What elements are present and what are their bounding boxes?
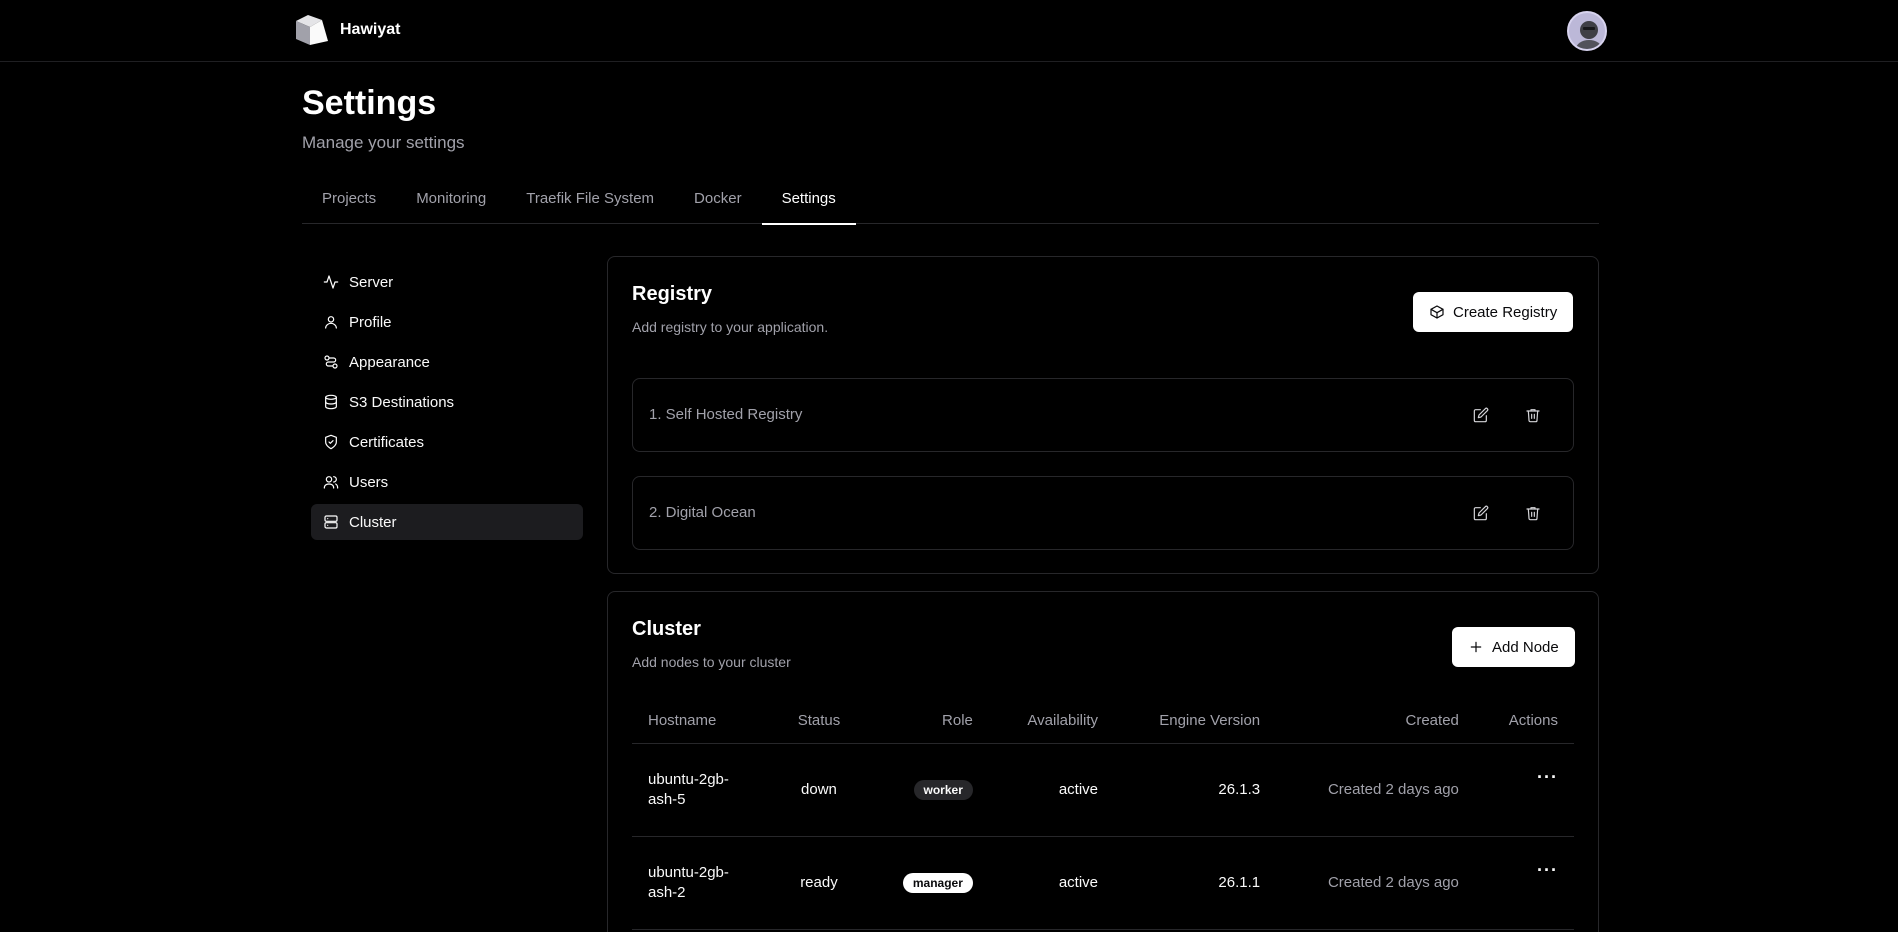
shield-check-icon [325,434,337,450]
brand-name: Hawiyat [340,21,401,38]
plus-icon [1470,641,1482,653]
registry-card: Registry Add registry to your applicatio… [607,256,1599,574]
sidebar-item-label: Cluster [349,513,397,531]
top-navbar: Hawiyat [0,0,1898,62]
tab-traefik-file-system[interactable]: Traefik File System [506,180,674,224]
page-subtitle: Manage your settings [302,133,465,152]
cluster-card: Cluster Add nodes to your cluster Add No… [607,591,1599,932]
node-created: Created 2 days ago [1276,743,1475,837]
page-title: Settings [302,84,437,122]
sidebar-item-label: Server [349,273,394,291]
avatar[interactable] [1567,11,1607,51]
registry-description: Add registry to your application. [632,319,829,335]
tab-bar: Projects Monitoring Traefik File System … [302,180,1599,225]
column-header-created[interactable]: Created [1276,699,1475,744]
sidebar-item-cluster[interactable]: Cluster [311,504,583,540]
table-row: ubuntu-2gb-ash-2 ready manager active 26… [632,836,1574,930]
sidebar-item-server[interactable]: Server [311,264,583,300]
nodes-table: Hostname Status Role Availability Engine… [632,699,1574,930]
registry-item: 1. Self Hosted Registry [632,378,1574,452]
trash-icon[interactable] [1522,502,1544,524]
trash-icon[interactable] [1522,404,1544,426]
package-icon [1430,305,1444,319]
sidebar-item-certificates[interactable]: Certificates [311,424,583,460]
users-icon [323,476,339,489]
column-header-actions: Actions [1474,699,1574,744]
node-hostname: ubuntu-2gb-ash-5 [648,770,729,808]
sidebar-item-users[interactable]: Users [311,464,583,500]
sidebar-item-label: Profile [349,313,392,331]
activity-icon [323,275,339,289]
registry-item-label: 2. Digital Ocean [649,504,756,521]
sidebar-item-label: Certificates [349,433,425,451]
user-icon [325,316,337,329]
palette-icon [324,355,338,369]
column-header-role[interactable]: Role [864,699,989,744]
column-header-hostname[interactable]: Hostname [632,699,774,744]
node-status: ready [773,836,865,930]
edit-icon[interactable] [1470,404,1492,426]
tab-monitoring[interactable]: Monitoring [396,180,506,224]
node-hostname: ubuntu-2gb-ash-2 [648,863,729,901]
tab-projects[interactable]: Projects [302,180,396,224]
node-created: Created 2 days ago [1276,836,1475,930]
cluster-title: Cluster [632,618,701,640]
server-icon [324,515,338,529]
tab-docker[interactable]: Docker [674,180,762,224]
role-badge: worker [913,779,973,800]
add-node-button[interactable]: Add Node [1452,627,1575,667]
registry-title: Registry [632,283,713,305]
sidebar-item-label: Users [349,473,389,491]
table-row: ubuntu-2gb-ash-5 down worker active 26.1… [632,743,1574,837]
settings-sidebar: Server Profile Appearance S3 Destination… [311,264,583,544]
tab-settings[interactable]: Settings [761,180,856,225]
node-engine-version: 26.1.3 [1114,743,1277,837]
column-header-availability[interactable]: Availability [988,699,1115,744]
more-actions-icon[interactable]: ··· [1537,860,1558,881]
registry-item: 2. Digital Ocean [632,476,1574,550]
sidebar-item-label: Appearance [349,353,430,371]
create-registry-button[interactable]: Create Registry [1413,292,1574,332]
node-engine-version: 26.1.1 [1114,836,1277,930]
cluster-description: Add nodes to your cluster [632,654,791,670]
sidebar-item-profile[interactable]: Profile [311,304,583,340]
sidebar-item-appearance[interactable]: Appearance [311,344,583,380]
column-header-status[interactable]: Status [773,699,865,744]
add-node-label: Add Node [1492,638,1559,656]
table-header-row: Hostname Status Role Availability Engine… [632,699,1574,744]
create-registry-label: Create Registry [1453,303,1558,321]
database-icon [325,394,337,410]
logo-icon [296,15,328,45]
column-header-engine-version[interactable]: Engine Version [1114,699,1277,744]
role-badge: manager [902,872,973,893]
node-availability: active [988,743,1115,837]
sidebar-item-s3-destinations[interactable]: S3 Destinations [311,384,583,420]
avatar-image [1576,21,1602,49]
brand[interactable]: Hawiyat [292,13,400,47]
edit-icon[interactable] [1470,502,1492,524]
sidebar-item-label: S3 Destinations [349,393,455,411]
registry-item-label: 1. Self Hosted Registry [649,406,803,423]
more-actions-icon[interactable]: ··· [1537,767,1558,788]
node-availability: active [988,836,1115,930]
node-status: down [773,743,865,837]
